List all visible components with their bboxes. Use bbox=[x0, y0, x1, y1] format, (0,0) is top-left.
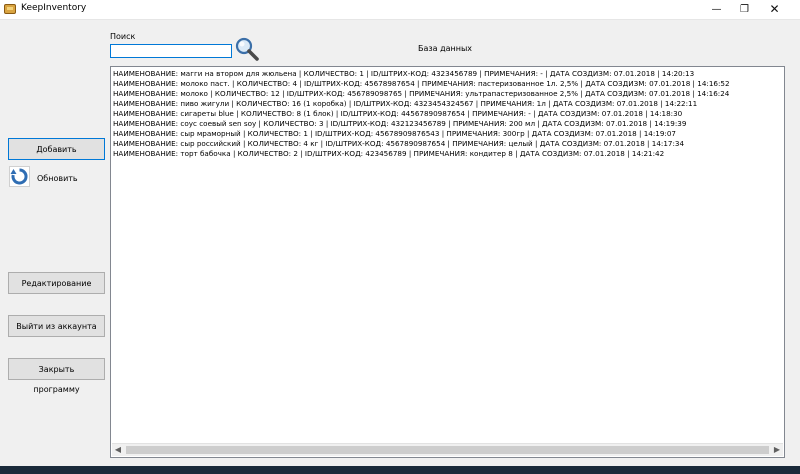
records-list[interactable]: НАИМЕНОВАНИЕ: магги на втором для жюльен… bbox=[110, 66, 785, 458]
list-item[interactable]: НАИМЕНОВАНИЕ: сыр мраморный | КОЛИЧЕСТВО… bbox=[113, 129, 782, 139]
list-item[interactable]: НАИМЕНОВАНИЕ: сигареты blue | КОЛИЧЕСТВО… bbox=[113, 109, 782, 119]
scrollbar-thumb[interactable] bbox=[126, 446, 769, 454]
search-label: Поиск bbox=[110, 32, 136, 41]
maximize-button[interactable]: ❐ bbox=[728, 0, 761, 19]
add-button[interactable]: Добавить bbox=[8, 138, 105, 160]
list-item[interactable]: НАИМЕНОВАНИЕ: молоко | КОЛИЧЕСТВО: 12 | … bbox=[113, 89, 782, 99]
list-item[interactable]: НАИМЕНОВАНИЕ: магги на втором для жюльен… bbox=[113, 69, 782, 79]
title-bar: KeepInventory — ❐ ✕ bbox=[0, 0, 800, 20]
refresh-icon[interactable] bbox=[9, 166, 30, 187]
window-title: KeepInventory bbox=[21, 3, 87, 13]
horizontal-scrollbar[interactable]: ◀ ▶ bbox=[112, 443, 783, 456]
records-list-content: НАИМЕНОВАНИЕ: магги на втором для жюльен… bbox=[113, 69, 782, 441]
list-item[interactable]: НАИМЕНОВАНИЕ: сыр российский | КОЛИЧЕСТВ… bbox=[113, 139, 782, 149]
list-item[interactable]: НАИМЕНОВАНИЕ: пиво жигули | КОЛИЧЕСТВО: … bbox=[113, 99, 782, 109]
taskbar bbox=[0, 466, 800, 474]
app-icon bbox=[4, 4, 16, 14]
refresh-label[interactable]: Обновить bbox=[37, 174, 78, 183]
database-label: База данных bbox=[418, 44, 473, 53]
close-program-button[interactable]: Закрыть программу bbox=[8, 358, 105, 394]
logout-button[interactable]: Выйти из аккаунта bbox=[8, 315, 105, 337]
edit-button[interactable]: Редактирование bbox=[8, 272, 105, 294]
search-icon[interactable] bbox=[234, 36, 260, 62]
scroll-right-icon[interactable]: ▶ bbox=[771, 444, 783, 456]
scroll-left-icon[interactable]: ◀ bbox=[112, 444, 124, 456]
list-item[interactable]: НАИМЕНОВАНИЕ: соус соевый sen soy | КОЛИ… bbox=[113, 119, 782, 129]
list-item[interactable]: НАИМЕНОВАНИЕ: молоко паст. | КОЛИЧЕСТВО:… bbox=[113, 79, 782, 89]
list-item[interactable]: НАИМЕНОВАНИЕ: торт бабочка | КОЛИЧЕСТВО:… bbox=[113, 149, 782, 159]
close-window-button[interactable]: ✕ bbox=[758, 0, 791, 19]
close-icon: ✕ bbox=[769, 2, 780, 16]
search-input[interactable] bbox=[110, 44, 232, 58]
